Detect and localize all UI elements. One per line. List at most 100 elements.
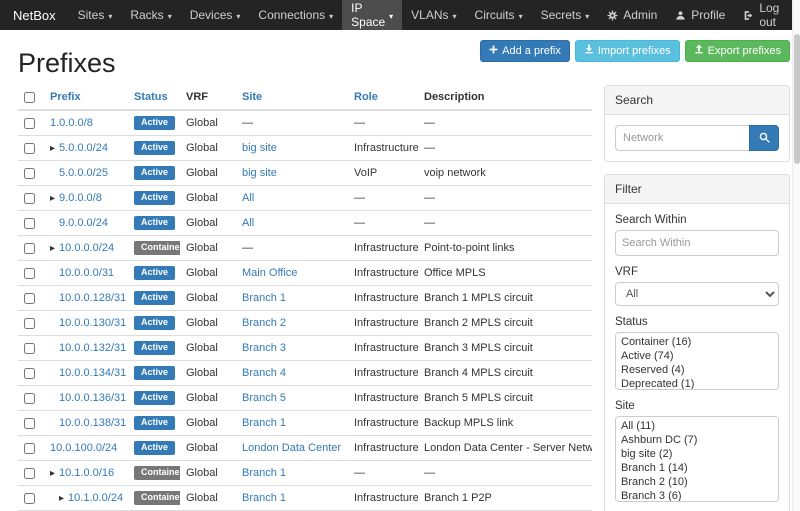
admin-label: Admin [623,8,657,22]
prefix-link[interactable]: 9.0.0.0/24 [59,217,108,229]
row-checkbox[interactable] [24,318,35,329]
site-link[interactable]: All [242,217,254,229]
filter-option[interactable]: Container (16) [618,335,776,349]
row-checkbox[interactable] [24,343,35,354]
profile-link[interactable]: Profile [666,0,734,30]
search-input[interactable] [615,125,749,151]
status-select[interactable]: Container (16)Active (74)Reserved (4)Dep… [615,332,779,390]
row-checkbox[interactable] [24,493,35,504]
select-all-checkbox[interactable] [24,92,35,103]
row-checkbox[interactable] [24,168,35,179]
prefix-link[interactable]: 9.0.0.0/8 [59,192,102,204]
column-header-status[interactable]: Status [134,91,168,103]
site-link[interactable]: Branch 1 [242,417,286,429]
prefix-link[interactable]: 10.0.0.0/24 [59,242,114,254]
row-checkbox[interactable] [24,293,35,304]
row-checkbox[interactable] [24,193,35,204]
filter-option[interactable]: Branch 3 (6) [618,489,776,502]
expand-arrow-icon[interactable]: ▸ [59,493,64,504]
nav-item-ip-space[interactable]: IP Space▾ [342,0,402,30]
export-prefixes-button[interactable]: Export prefixes [685,40,790,62]
expand-arrow-icon[interactable]: ▸ [50,143,55,154]
nav-item-connections[interactable]: Connections▾ [249,0,342,30]
site-link[interactable]: Branch 1 [242,492,286,504]
prefix-link[interactable]: 10.0.0.134/31 [59,367,126,379]
prefix-link[interactable]: 1.0.0.0/8 [50,117,93,129]
add-prefix-button[interactable]: Add a prefix [480,40,570,62]
filter-option[interactable]: Ashburn DC (7) [618,433,776,447]
row-checkbox[interactable] [24,243,35,254]
logout-link[interactable]: Log out [734,0,800,30]
filter-option[interactable]: Deprecated (1) [618,377,776,390]
column-header-site[interactable]: Site [242,91,262,103]
site-link[interactable]: big site [242,167,277,179]
prefix-link[interactable]: 10.1.0.0/16 [59,467,114,479]
table-row: 1.0.0.0/8ActiveGlobal——— [18,110,592,136]
site-link[interactable]: Branch 4 [242,367,286,379]
prefix-link[interactable]: 10.0.0.138/31 [59,417,126,429]
filter-option[interactable]: Branch 2 (10) [618,475,776,489]
prefix-link[interactable]: 5.0.0.0/25 [59,167,108,179]
description-cell: Branch 5 MPLS circuit [418,386,592,411]
prefix-link[interactable]: 10.1.0.0/24 [68,492,123,504]
row-checkbox[interactable] [24,368,35,379]
status-badge: Container [134,466,180,480]
site-link[interactable]: Branch 2 [242,317,286,329]
nav-item-racks[interactable]: Racks▾ [121,0,180,30]
prefix-link[interactable]: 5.0.0.0/24 [59,142,108,154]
vrf-select[interactable]: All [615,282,779,306]
prefix-link[interactable]: 10.0.0.128/31 [59,292,126,304]
nav-item-secrets[interactable]: Secrets▾ [532,0,599,30]
site-link[interactable]: Branch 1 [242,292,286,304]
row-checkbox[interactable] [24,443,35,454]
site-link[interactable]: Main Office [242,267,297,279]
site-link[interactable]: big site [242,142,277,154]
site-link[interactable]: All [242,192,254,204]
row-checkbox[interactable] [24,218,35,229]
column-header-prefix[interactable]: Prefix [50,91,81,103]
description-cell: London Data Center - Server Network [418,436,592,461]
row-checkbox[interactable] [24,268,35,279]
search-within-input[interactable] [615,230,779,256]
expand-arrow-icon[interactable]: ▸ [50,193,55,204]
prefix-link[interactable]: 10.0.100.0/24 [50,442,117,454]
chevron-down-icon: ▾ [168,12,172,21]
site-link[interactable]: Branch 5 [242,392,286,404]
site-link[interactable]: Branch 3 [242,342,286,354]
filter-field-site: Site All (11)Ashburn DC (7)big site (2)B… [615,400,779,502]
prefix-link[interactable]: 10.0.0.136/31 [59,392,126,404]
scrollbar-thumb[interactable] [794,34,800,164]
nav-item-circuits[interactable]: Circuits▾ [466,0,532,30]
nav-item-vlans[interactable]: VLANs▾ [402,0,465,30]
vrf-cell: Global [180,186,236,211]
description-cell: — [418,110,592,136]
filter-option[interactable]: big site (2) [618,447,776,461]
brand-logo[interactable]: NetBox [0,0,69,30]
prefix-link[interactable]: 10.0.0.0/31 [59,267,114,279]
row-checkbox[interactable] [24,393,35,404]
site-link[interactable]: Branch 1 [242,467,286,479]
site-select[interactable]: All (11)Ashburn DC (7)big site (2)Branch… [615,416,779,502]
import-prefixes-button[interactable]: Import prefixes [575,40,680,62]
navbar: NetBox Sites▾Racks▾Devices▾Connections▾I… [0,0,800,30]
column-header-role[interactable]: Role [354,91,378,103]
prefix-link[interactable]: 10.0.0.130/31 [59,317,126,329]
filter-option[interactable]: Branch 1 (14) [618,461,776,475]
page-scrollbar[interactable] [792,0,800,511]
admin-link[interactable]: Admin [598,0,666,30]
nav-item-devices[interactable]: Devices▾ [181,0,250,30]
filter-option[interactable]: Reserved (4) [618,363,776,377]
search-button[interactable] [749,125,779,151]
expand-arrow-icon[interactable]: ▸ [50,243,55,254]
filter-option[interactable]: All (11) [618,419,776,433]
row-checkbox[interactable] [24,468,35,479]
row-checkbox[interactable] [24,418,35,429]
prefix-link[interactable]: 10.0.0.132/31 [59,342,126,354]
row-checkbox[interactable] [24,118,35,129]
filter-option[interactable]: Active (74) [618,349,776,363]
site-link[interactable]: London Data Center [242,442,341,454]
expand-arrow-icon[interactable]: ▸ [50,468,55,479]
nav-item-sites[interactable]: Sites▾ [69,0,122,30]
import-icon [584,44,594,57]
row-checkbox[interactable] [24,143,35,154]
